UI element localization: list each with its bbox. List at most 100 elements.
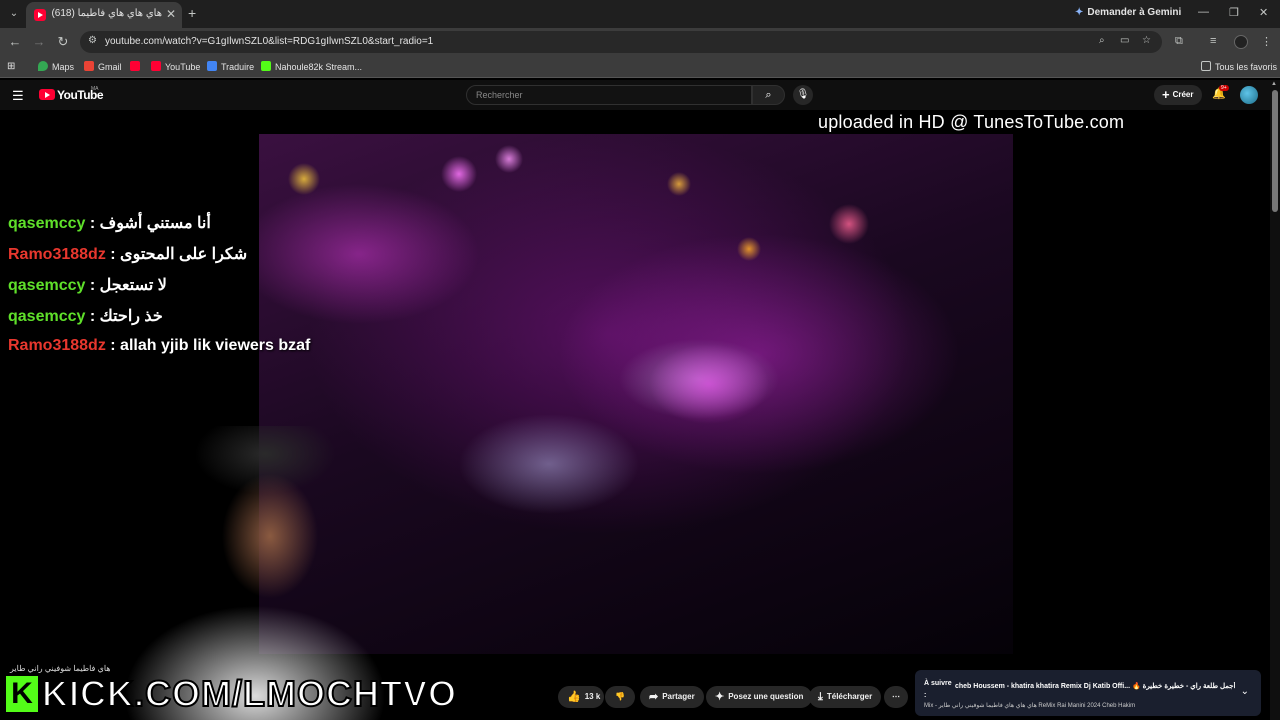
chat-message: خذ راحتك [99, 308, 163, 325]
youtube-header: ☰ YouTube MA Rechercher ⌕ 🎙 + Créer 🔔 9+ [0, 80, 1270, 110]
close-tab-icon[interactable]: ✕ [166, 7, 176, 21]
restore-icon[interactable]: ❐ [1229, 6, 1239, 19]
bookmark-youtube-icon-only[interactable] [130, 61, 144, 72]
forward-icon[interactable]: → [31, 34, 47, 49]
share-label: Partager [662, 692, 695, 701]
site-info-icon[interactable]: ⚙ [88, 35, 97, 46]
chat-line: qasemccy : لا تستعجل [8, 277, 167, 294]
up-next-subtitle: Mix - هاي هاي هاي فاطيما شوفيني راني طاي… [924, 703, 1136, 709]
bookmark-label: Tous les favoris [1215, 62, 1278, 72]
chat-line: Ramo3188dz : شكرا على المحتوى [8, 246, 248, 263]
create-label: Créer [1172, 90, 1194, 99]
search-icon: ⌕ [765, 89, 772, 101]
gemini-label: Demander à Gemini [1087, 7, 1182, 18]
video-overlay-title: هاي فاطيما شوفيني راني طاير [10, 664, 111, 673]
microphone-icon: 🎙 [796, 89, 810, 100]
sparkle-icon: ✦ [715, 691, 725, 703]
profile-avatar[interactable] [1234, 35, 1248, 49]
more-actions-button[interactable]: ⋯ [884, 686, 908, 708]
browser-tabstrip: ⌄ هاي هاي هاي فاطيما (618) ✕ + ✦Demander… [0, 0, 1280, 28]
bookmarks-bar: ⊞ Maps Gmail YouTube Traduire Nahoule82k… [0, 56, 1280, 78]
search-placeholder: Rechercher [476, 90, 523, 100]
chevron-down-icon[interactable]: ⌄ [1241, 686, 1249, 697]
minimize-icon[interactable]: — [1198, 6, 1209, 18]
chat-line: Ramo3188dz : allah yjib lik viewers bzaf [8, 337, 311, 354]
chat-username: qasemccy [8, 277, 86, 294]
kick-banner: K KICK.COM/LMOCHTVO [6, 673, 457, 716]
chat-username: Ramo3188dz [8, 337, 106, 354]
tab-title: هاي هاي هاي فاطيما (618) [52, 8, 162, 19]
notification-badge: 9+ [1219, 85, 1229, 91]
dislike-button[interactable]: 👎 [605, 686, 635, 708]
back-icon[interactable]: ← [7, 34, 23, 49]
bookmark-traduire[interactable]: Traduire [207, 61, 254, 72]
maps-icon [38, 61, 48, 71]
youtube-favicon-icon [34, 9, 46, 21]
translate-icon [207, 61, 217, 71]
youtube-icon [130, 61, 140, 71]
bookmark-label: Gmail [98, 62, 122, 72]
voice-search-button[interactable]: 🎙 [793, 85, 813, 105]
search-input[interactable]: Rechercher [466, 85, 752, 105]
browser-toolbar: ← → ↻ ⚙ youtube.com/watch?v=G1gIlwnSZL0&… [0, 28, 1280, 56]
gemini-star-icon: ✦ [1075, 7, 1084, 18]
share-icon: ➦ [649, 691, 659, 703]
chat-message: لا تستعجل [99, 277, 167, 294]
bookmark-kick-stream[interactable]: Nahoule82k Stream... [261, 61, 362, 72]
apps-grid-icon[interactable]: ⊞ [7, 61, 15, 72]
chat-line: qasemccy : خذ راحتك [8, 308, 163, 325]
video-player[interactable]: uploaded in HD @ TunesToTube.com qasemcc… [0, 110, 1270, 720]
thumbs-up-icon: 👍 [567, 691, 581, 703]
like-button[interactable]: 👍 13 k [558, 686, 604, 708]
bookmark-star-icon[interactable]: ☆ [1142, 35, 1151, 46]
download-button[interactable]: ⤓ Télécharger [809, 686, 882, 708]
bookmark-gmail[interactable]: Gmail [84, 61, 122, 72]
chat-message: allah yjib lik viewers bzaf [120, 337, 311, 354]
ask-question-button[interactable]: ✦ Posez une question [706, 686, 813, 708]
scrollbar-thumb[interactable] [1272, 90, 1278, 212]
bookmark-label: Maps [52, 62, 75, 72]
chat-line: qasemccy : أنا مستني أشوف [8, 215, 211, 232]
all-bookmarks[interactable]: Tous les favoris [1201, 61, 1277, 72]
chat-username: Ramo3188dz [8, 246, 106, 263]
youtube-logo-icon[interactable] [39, 89, 55, 100]
zoom-icon[interactable]: ⌕ [1099, 35, 1105, 46]
download-label: Télécharger [826, 692, 873, 701]
like-count: 13 k [584, 692, 601, 701]
share-button[interactable]: ➦ Partager [640, 686, 704, 708]
new-tab-icon[interactable]: + [188, 5, 196, 21]
user-avatar[interactable] [1240, 86, 1258, 104]
region-code: MA [91, 86, 99, 92]
folder-icon [1201, 61, 1211, 71]
media-icon[interactable]: ≡ [1210, 35, 1216, 47]
up-next-title: cheb Houssem - khatira khatira Remix Dj … [955, 683, 1235, 690]
gmail-icon [84, 61, 94, 71]
ask-label: Posez une question [728, 692, 804, 701]
chat-message: شكرا على المحتوى [120, 246, 248, 263]
bookmark-maps[interactable]: Maps [38, 61, 74, 72]
hamburger-menu-icon[interactable]: ☰ [12, 88, 24, 104]
thumbs-down-icon: 👎 [615, 692, 625, 701]
url-text[interactable]: youtube.com/watch?v=G1gIlwnSZL0&list=RDG… [105, 36, 433, 47]
reload-icon[interactable]: ↻ [55, 34, 71, 50]
plus-icon: + [1162, 87, 1170, 102]
create-button[interactable]: + Créer [1154, 85, 1202, 105]
search-button[interactable]: ⌕ [752, 85, 785, 105]
bookmark-youtube[interactable]: YouTube [151, 61, 200, 72]
gemini-button[interactable]: ✦ Demander à Gemini [1075, 7, 1181, 18]
address-bar[interactable]: ⚙ youtube.com/watch?v=G1gIlwnSZL0&list=R… [80, 31, 1162, 53]
cast-icon[interactable]: ▭ [1120, 35, 1129, 46]
tab-search-icon[interactable]: ⌄ [6, 6, 22, 22]
extensions-icon[interactable]: ⧉ [1175, 35, 1183, 48]
close-window-icon[interactable]: ✕ [1259, 6, 1268, 19]
menu-dots-icon[interactable]: ⋮ [1261, 35, 1272, 48]
kick-url-text: KICK.COM/LMOCHTVO [41, 673, 457, 714]
browser-tab[interactable]: هاي هاي هاي فاطيما (618) ✕ [26, 2, 182, 28]
up-next-card[interactable]: À suivre : cheb Houssem - khatira khatir… [915, 670, 1261, 716]
download-icon: ⤓ [818, 691, 823, 703]
up-next-label: À suivre : [924, 680, 952, 699]
page-scrollbar[interactable]: ▲ [1270, 80, 1280, 720]
scroll-up-arrow-icon[interactable]: ▲ [1271, 81, 1277, 87]
chat-message: أنا مستني أشوف [99, 215, 211, 232]
more-dots-icon: ⋯ [892, 692, 900, 701]
